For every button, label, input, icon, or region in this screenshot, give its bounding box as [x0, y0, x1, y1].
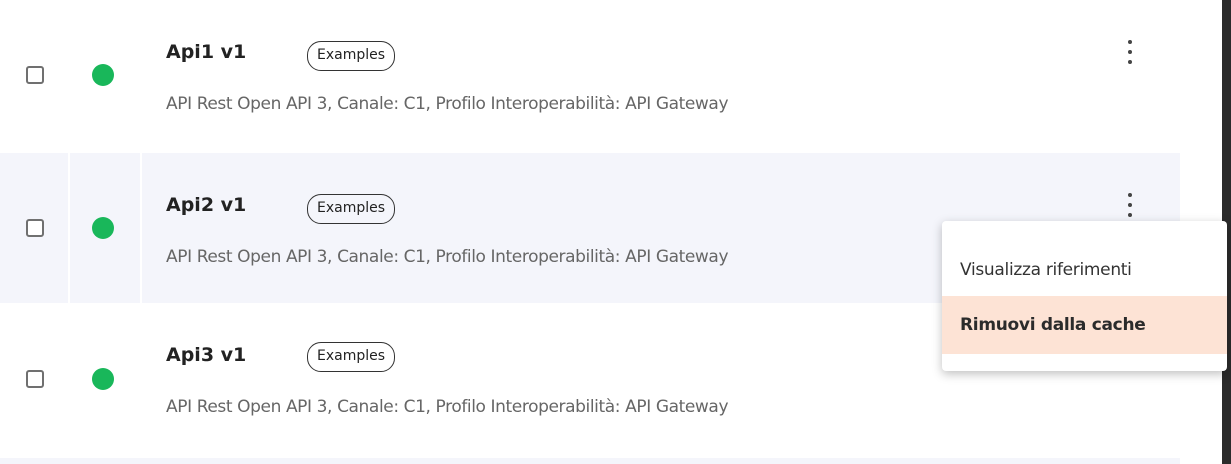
table-row — [0, 458, 1180, 464]
more-vertical-icon[interactable] — [1122, 40, 1138, 64]
column-divider — [68, 306, 70, 456]
api-description: API Rest Open API 3, Canale: C1, Profilo… — [166, 247, 729, 267]
column-divider — [68, 153, 70, 303]
api-list-page: Api1 v1 Examples API Rest Open API 3, Ca… — [0, 0, 1231, 464]
table-row[interactable]: Api1 v1 Examples API Rest Open API 3, Ca… — [0, 0, 1180, 150]
column-divider — [140, 306, 142, 456]
api-title[interactable]: Api3 v1 — [166, 344, 246, 366]
row-select-checkbox[interactable] — [26, 370, 44, 388]
api-tag-badge: Examples — [307, 342, 396, 372]
api-tag-badge: Examples — [307, 194, 396, 224]
column-divider — [68, 0, 70, 150]
more-vertical-icon[interactable] — [1122, 193, 1138, 217]
row-context-menu: Visualizza riferimenti Rimuovi dalla cac… — [942, 221, 1227, 371]
column-divider — [140, 0, 142, 150]
status-dot-icon — [92, 64, 114, 86]
api-title[interactable]: Api1 v1 — [166, 41, 246, 63]
status-dot-icon — [92, 368, 114, 390]
column-divider — [140, 153, 142, 303]
menu-item-view-references[interactable]: Visualizza riferimenti — [942, 241, 1227, 299]
row-select-checkbox[interactable] — [26, 66, 44, 84]
status-dot-icon — [92, 217, 114, 239]
menu-item-remove-from-cache[interactable]: Rimuovi dalla cache — [942, 296, 1227, 354]
api-description: API Rest Open API 3, Canale: C1, Profilo… — [166, 94, 729, 114]
api-tag-badge: Examples — [307, 41, 396, 71]
row-select-checkbox[interactable] — [26, 219, 44, 237]
api-description: API Rest Open API 3, Canale: C1, Profilo… — [166, 397, 729, 417]
api-title[interactable]: Api2 v1 — [166, 194, 246, 216]
